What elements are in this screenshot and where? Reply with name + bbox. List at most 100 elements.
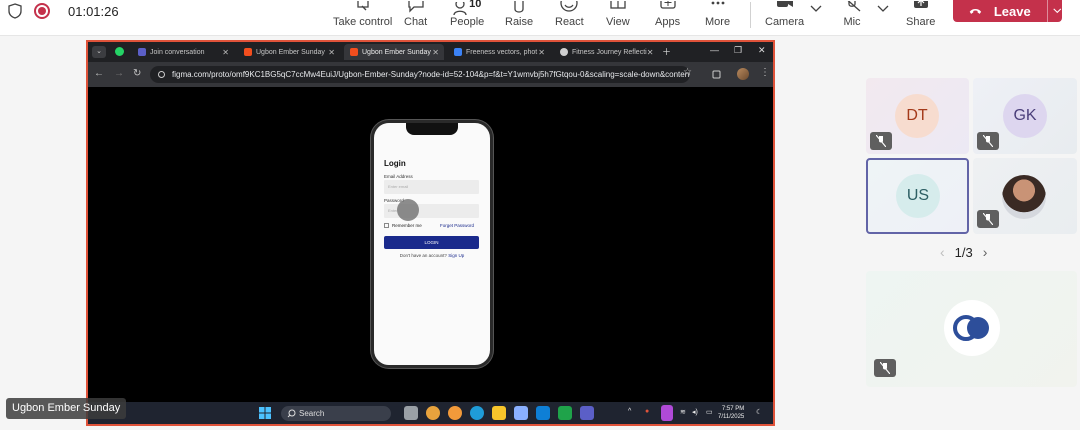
back-icon[interactable]: ←: [94, 68, 104, 79]
recording-icon: [34, 3, 50, 19]
forward-icon[interactable]: →: [114, 68, 124, 79]
forgot-password-link[interactable]: Forget Password: [440, 223, 474, 228]
chrome-icon[interactable]: [426, 406, 440, 420]
taskbar-clock[interactable]: 7:57 PM 7/11/2025: [718, 405, 744, 421]
wifi-icon[interactable]: ≋: [680, 408, 686, 416]
whatsapp-tab-icon[interactable]: [115, 47, 124, 56]
paint-icon[interactable]: [448, 406, 462, 420]
shield-icon: [8, 3, 22, 19]
participant-tile-active[interactable]: US: [866, 158, 969, 234]
mic-button[interactable]: Mic: [842, 0, 862, 34]
reload-icon[interactable]: ↻: [133, 68, 141, 79]
close-tab-icon[interactable]: ✕: [432, 48, 439, 57]
presenter-name-label: Ugbon Ember Sunday: [6, 398, 127, 419]
participant-tile[interactable]: DT: [866, 78, 969, 154]
mic-in-use-icon[interactable]: [661, 405, 673, 421]
browser-tab[interactable]: Fitness Journey Reflecti ✕: [554, 44, 656, 60]
people-label: People: [450, 16, 485, 28]
people-count: 10: [469, 0, 482, 10]
close-tab-icon[interactable]: ✕: [328, 48, 335, 57]
minimize-icon[interactable]: —: [710, 45, 719, 55]
mic-options-chevron-icon[interactable]: [875, 2, 891, 16]
mic-off-icon: [983, 135, 993, 147]
whatsapp-icon[interactable]: [558, 406, 572, 420]
react-button[interactable]: React: [555, 0, 584, 34]
leave-button[interactable]: Leave: [953, 0, 1062, 22]
close-window-icon[interactable]: ✕: [758, 45, 766, 56]
address-bar[interactable]: figma.com/proto/omf9KC1BG5qC7ccMw4EuiJ/U…: [150, 66, 690, 83]
meeting-status: 01:01:26: [8, 0, 119, 22]
clock-date: 7/11/2025: [718, 414, 745, 420]
recording-tray-icon[interactable]: ●: [645, 408, 649, 415]
mic-off-icon: [880, 362, 890, 374]
figma-favicon-icon: [350, 48, 358, 56]
participant-tile-large[interactable]: [866, 271, 1077, 387]
windows-start-icon[interactable]: [258, 406, 272, 420]
leave-options-chevron-icon[interactable]: [1053, 7, 1062, 15]
close-tab-icon[interactable]: ✕: [538, 48, 545, 57]
vscode-icon[interactable]: [536, 406, 550, 420]
copilot-rings-icon: [953, 315, 989, 341]
notifications-icon[interactable]: ☾: [756, 408, 762, 416]
apps-button[interactable]: Apps: [655, 0, 680, 34]
shared-screen[interactable]: ⌄ Join conversation ✕ Ugbon Ember Sunday…: [86, 40, 775, 426]
show-hidden-icons-icon[interactable]: ^: [628, 408, 631, 415]
react-label: React: [555, 16, 584, 28]
camera-icon: [776, 1, 793, 7]
browser-tab-active[interactable]: Ugbon Ember Sunday ✕: [344, 44, 444, 60]
email-label: Email Address: [384, 174, 413, 179]
close-tab-icon[interactable]: ✕: [647, 48, 654, 57]
browser-tab[interactable]: Freeness vectors, phot ✕: [448, 44, 550, 60]
take-control-button[interactable]: Take control: [333, 0, 392, 34]
next-page-icon[interactable]: ›: [983, 244, 988, 260]
tab-search-icon[interactable]: ⌄: [92, 46, 106, 58]
browser-tab[interactable]: Join conversation ✕: [132, 44, 234, 60]
participant-tile[interactable]: [973, 158, 1077, 234]
browser-menu-icon[interactable]: ⋮: [760, 67, 770, 78]
edge-icon[interactable]: [470, 406, 484, 420]
browser-tab-title: Ugbon Ember Sunday: [362, 48, 431, 56]
more-label: More: [705, 16, 731, 28]
camera-options-chevron-icon[interactable]: [808, 2, 824, 16]
view-button[interactable]: View: [606, 0, 630, 34]
browser-tab-title: Join conversation: [150, 48, 205, 56]
people-button[interactable]: 10 People: [450, 0, 484, 34]
raise-label: Raise: [505, 16, 534, 28]
share-button[interactable]: Share: [906, 0, 935, 34]
mic-label: Mic: [843, 16, 861, 28]
chat-button[interactable]: Chat: [404, 0, 427, 34]
remember-me-checkbox[interactable]: [384, 223, 389, 228]
login-button[interactable]: LOGIN: [384, 236, 479, 249]
url-text: figma.com/proto/omf9KC1BG5qC7ccMw4EuiJ/U…: [172, 70, 690, 79]
leave-label: Leave: [993, 3, 1031, 19]
previous-page-icon[interactable]: ‹: [940, 244, 945, 260]
teams-favicon-icon: [138, 48, 146, 56]
browser-tab[interactable]: Ugbon Ember Sunday ✕: [238, 44, 340, 60]
file-explorer-icon[interactable]: [492, 406, 506, 420]
task-view-icon[interactable]: [404, 406, 418, 420]
photos-icon[interactable]: [514, 406, 528, 420]
taskbar-search[interactable]: Search: [281, 406, 391, 421]
close-tab-icon[interactable]: ✕: [222, 48, 229, 57]
email-field[interactable]: Enter email: [384, 180, 479, 194]
battery-icon[interactable]: ▭: [706, 408, 713, 416]
volume-icon[interactable]: ◂): [692, 408, 698, 416]
signup-link[interactable]: Sign Up: [448, 253, 464, 258]
meeting-toolbar: 01:01:26 Take control Chat 10 People Rai…: [0, 0, 1080, 36]
teams-icon[interactable]: [580, 406, 594, 420]
extensions-icon[interactable]: [712, 69, 722, 79]
more-button[interactable]: More: [705, 0, 730, 34]
bookmark-star-icon[interactable]: ☆: [683, 67, 692, 78]
camera-button[interactable]: Camera: [765, 0, 804, 34]
restore-icon[interactable]: ❐: [734, 45, 742, 56]
browser-tab-title: Ugbon Ember Sunday: [256, 48, 325, 56]
profile-avatar[interactable]: [737, 68, 749, 80]
taskbar-search-label: Search: [299, 409, 325, 418]
browser-tab-strip: ⌄ Join conversation ✕ Ugbon Ember Sunday…: [88, 42, 773, 62]
view-icon: [610, 1, 626, 9]
new-tab-icon[interactable]: ＋: [662, 45, 671, 58]
avatar: GK: [1003, 94, 1047, 138]
raise-hand-button[interactable]: Raise: [505, 0, 533, 34]
participant-tile[interactable]: GK: [973, 78, 1077, 154]
mic-icon: [847, 1, 861, 12]
